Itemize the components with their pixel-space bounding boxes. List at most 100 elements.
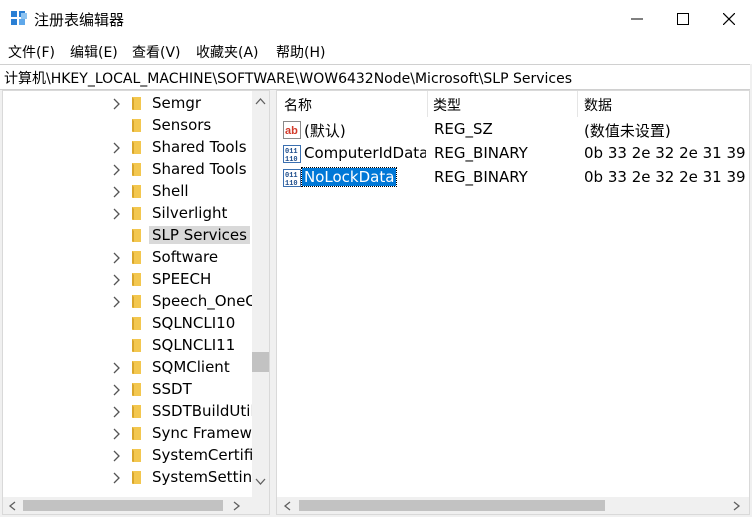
maximize-icon [677, 13, 689, 25]
scroll-down-icon[interactable] [255, 478, 266, 486]
expand-arrow-icon[interactable] [111, 251, 121, 265]
expand-arrow-icon[interactable] [111, 449, 121, 463]
column-header-name[interactable]: 名称 [284, 95, 312, 115]
column-header-type[interactable]: 类型 [433, 95, 461, 115]
value-row[interactable]: ab (默认) REG_SZ (数值未设置) [277, 118, 749, 142]
maximize-button[interactable] [660, 0, 706, 38]
tree-item-label: SLP Services [149, 226, 250, 244]
scroll-right-icon[interactable] [733, 501, 741, 511]
key-tree-pane[interactable]: Semgr Sensors Shared Tools Shared Tools Shel… [2, 90, 270, 515]
tree-item[interactable]: Shared Tools [3, 159, 253, 181]
tree-vertical-scrollbar[interactable] [252, 91, 269, 498]
minimize-icon [631, 18, 643, 20]
folder-icon [132, 163, 141, 176]
string-value-icon: ab [283, 121, 301, 139]
value-type: REG_BINARY [434, 168, 528, 186]
tree-item-label: SystemSettin [152, 468, 253, 486]
expand-arrow-icon[interactable] [111, 405, 121, 419]
address-path[interactable]: 计算机\HKEY_LOCAL_MACHINE\SOFTWARE\WOW6432N… [4, 68, 572, 88]
svg-text:ab: ab [285, 125, 298, 137]
menu-file[interactable]: 文件(F) [8, 42, 55, 62]
tree-item-label: SSDTBuildUtil [152, 402, 255, 420]
folder-icon [132, 427, 141, 440]
tree-item[interactable]: SystemCertifi [3, 445, 253, 467]
expand-arrow-icon[interactable] [111, 471, 121, 485]
tree-item[interactable]: SystemSettin [3, 467, 253, 489]
tree-item[interactable]: SPEECH [3, 269, 253, 291]
tree-horizontal-scroll-thumb[interactable] [23, 500, 223, 511]
tree-item[interactable]: Shared Tools [3, 137, 253, 159]
value-data: 0b 33 2e 32 2e 31 39 3 [584, 144, 750, 162]
minimize-button[interactable] [614, 0, 660, 38]
tree-item[interactable]: SSDT [3, 379, 253, 401]
tree-item[interactable]: SQLNCLI10 [3, 313, 253, 335]
scroll-corner [252, 497, 269, 514]
menu-favorites[interactable]: 收藏夹(A) [196, 42, 259, 62]
values-horizontal-scrollbar[interactable] [277, 497, 749, 514]
tree-item-label: Sync Framew [152, 424, 252, 442]
tree-item[interactable]: Semgr [3, 93, 253, 115]
folder-icon [132, 471, 141, 484]
value-data: 0b 33 2e 32 2e 31 39 3 [584, 168, 750, 186]
folder-icon [132, 361, 141, 374]
column-divider[interactable] [577, 91, 578, 117]
scroll-left-icon[interactable] [283, 501, 291, 511]
address-bar[interactable]: 计算机\HKEY_LOCAL_MACHINE\SOFTWARE\WOW6432N… [0, 64, 750, 90]
expand-arrow-icon[interactable] [111, 361, 121, 375]
expand-arrow-icon[interactable] [111, 97, 121, 111]
folder-icon [132, 97, 141, 110]
column-divider[interactable] [427, 91, 428, 117]
tree-item[interactable]: Software [3, 247, 253, 269]
expand-arrow-icon[interactable] [111, 427, 121, 441]
scroll-right-icon[interactable] [233, 501, 241, 511]
expand-arrow-icon[interactable] [111, 273, 121, 287]
tree-item-label: Shared Tools [152, 160, 247, 178]
tree-item[interactable]: SQLNCLI11 [3, 335, 253, 357]
values-horizontal-scroll-thumb[interactable] [299, 500, 605, 511]
tree-item-label: Speech_OneC [152, 292, 256, 310]
value-name[interactable]: (默认) [304, 120, 346, 141]
tree-item[interactable]: Sync Framew [3, 423, 253, 445]
tree-item[interactable]: SLP Services [3, 225, 253, 247]
folder-icon [132, 207, 141, 220]
menu-bar: 文件(F) 编辑(E) 查看(V) 收藏夹(A) 帮助(H) [0, 38, 752, 64]
tree-item[interactable]: Sensors [3, 115, 253, 137]
close-icon [723, 13, 735, 25]
column-header-data[interactable]: 数据 [584, 95, 612, 115]
tree-item[interactable]: SSDTBuildUtil [3, 401, 255, 423]
scroll-up-icon[interactable] [255, 97, 266, 105]
tree-item-label: Software [152, 248, 219, 266]
expand-arrow-icon[interactable] [111, 185, 121, 199]
value-row[interactable]: 011 110 ComputerIdData REG_BINARY 0b 33 2e 3… [277, 142, 750, 166]
tree-item-label: SQLNCLI10 [152, 314, 236, 332]
menu-edit[interactable]: 编辑(E) [70, 42, 118, 62]
regedit-icon [11, 11, 27, 25]
svg-text:011: 011 [285, 148, 298, 156]
expand-arrow-icon[interactable] [111, 383, 121, 397]
column-header-row: 名称 类型 数据 [277, 91, 749, 117]
values-pane[interactable]: 名称 类型 数据 ab (默认) REG_SZ (数值未设置) 011 110 Comput… [276, 90, 750, 515]
tree-item[interactable]: Speech_OneC [3, 291, 256, 313]
tree-item-label: SSDT [152, 380, 192, 398]
expand-arrow-icon[interactable] [111, 207, 121, 221]
value-name[interactable]: NoLockData [300, 167, 398, 187]
tree-item[interactable]: Silverlight [3, 203, 253, 225]
menu-view[interactable]: 查看(V) [132, 42, 181, 62]
expand-arrow-icon[interactable] [111, 295, 121, 309]
folder-icon [132, 317, 141, 330]
value-type: REG_SZ [434, 120, 493, 138]
expand-arrow-icon[interactable] [111, 141, 121, 155]
value-name[interactable]: ComputerIdData [304, 144, 426, 162]
tree-horizontal-scrollbar[interactable] [3, 497, 252, 514]
close-button[interactable] [706, 0, 752, 38]
tree-item[interactable]: SQMClient [3, 357, 253, 379]
value-row[interactable]: 011 110 NoLockData REG_BINARY 0b 33 2e 32 2e… [277, 166, 750, 190]
tree-item-label: Semgr [152, 94, 202, 112]
tree-item-label: SPEECH [152, 270, 212, 288]
scroll-left-icon[interactable] [8, 501, 16, 511]
tree-item[interactable]: Shell [3, 181, 253, 203]
expand-arrow-icon[interactable] [111, 163, 121, 177]
tree-vertical-scroll-thumb[interactable] [252, 352, 269, 372]
tree-item-label: Shell [152, 182, 189, 200]
menu-help[interactable]: 帮助(H) [276, 42, 325, 62]
